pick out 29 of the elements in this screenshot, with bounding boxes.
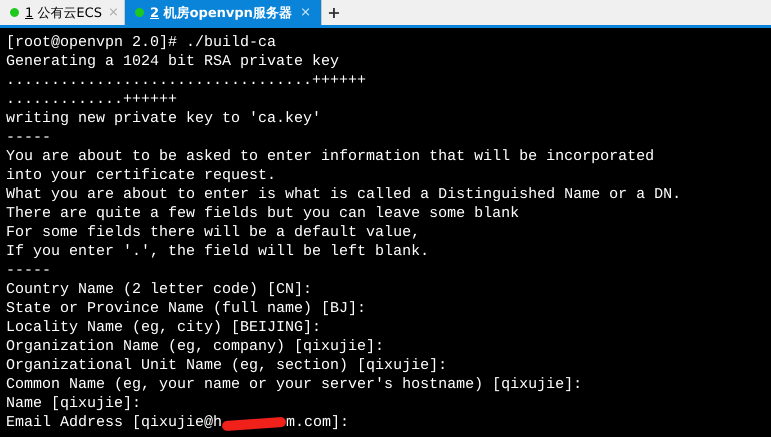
terminal-line: Email Address [qixujie@h	[6, 413, 222, 432]
terminal-line: There are quite a few fields but you can leave some blank	[6, 204, 520, 223]
terminal-line: Country Name (2 letter code) [CN]:	[6, 280, 314, 299]
close-icon[interactable]: ×	[108, 5, 119, 20]
terminal-line: m.com]:	[286, 413, 350, 432]
terminal-line: For some fields there will be a default value,	[6, 223, 422, 242]
terminal-line: writing new private key to 'ca.key'	[6, 109, 322, 128]
terminal-line: State or Province Name (full name) [BJ]:	[6, 299, 368, 318]
terminal-line: .............++++++	[6, 90, 178, 109]
close-icon[interactable]: ×	[300, 5, 311, 20]
terminal-line: You are about to be asked to enter information that will be incorporated	[6, 147, 656, 166]
new-tab-button[interactable]: +	[322, 0, 346, 25]
terminal-line: into your certificate request.	[6, 166, 278, 185]
terminal-line: Locality Name (eg, city) [BEIJING]:	[6, 318, 322, 337]
session-tab[interactable]: 2 机房openvpn服务器 ×	[125, 0, 322, 25]
terminal-line: Organizational Unit Name (eg, section) [qixujie]:	[6, 356, 448, 375]
status-dot-icon	[135, 8, 144, 17]
terminal-line: Common Name (eg, your name or your server's hostname) [qixujie]:	[6, 375, 584, 394]
terminal-line: -----	[6, 128, 52, 147]
terminal-line: What you are about to enter is what is called a Distinguished Name or a DN.	[6, 185, 682, 204]
terminal-line: Name [qixujie]:	[6, 394, 142, 413]
status-dot-icon	[10, 8, 19, 17]
terminal-line: Organization Name (eg, company) [qixujie]:	[6, 337, 386, 356]
redaction-mark	[222, 416, 286, 432]
terminal-line: If you enter '.', the field will be left blank.	[6, 242, 430, 261]
terminal-line: Generating a 1024 bit RSA private key	[6, 52, 340, 71]
terminal-line: -----	[6, 261, 52, 280]
terminal-line: [root@openvpn 2.0]# ./build-ca	[6, 33, 278, 52]
terminal-line: ..................................++++++	[6, 71, 368, 90]
